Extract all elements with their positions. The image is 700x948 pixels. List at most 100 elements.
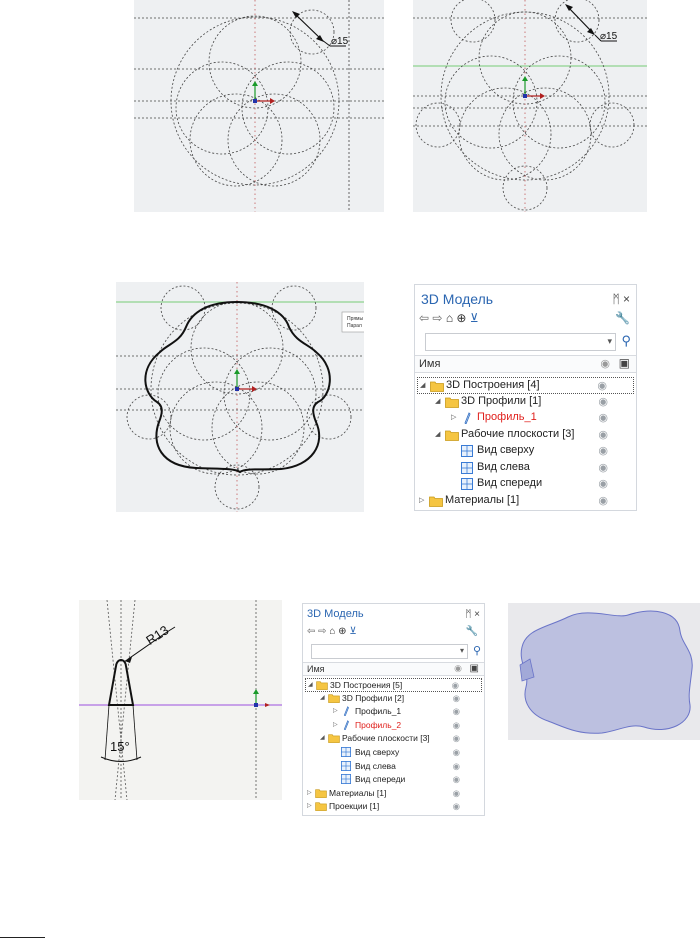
folder-icon — [328, 693, 340, 705]
expanded-arrow-icon[interactable]: ◢ — [420, 381, 425, 389]
tree-row[interactable]: ◢ 3D Профили [2] ◉ — [305, 692, 482, 706]
settings-wrench-icon[interactable]: 🔧 — [466, 626, 478, 637]
visibility-column-icon[interactable]: ◉ — [454, 663, 462, 674]
visibility-eye-icon[interactable]: ◉ — [453, 801, 460, 812]
sketch-canvas-a: ⌀15 — [134, 0, 384, 212]
visibility-eye-icon[interactable]: ◉ — [598, 444, 608, 457]
sketch-canvas-b: ⌀15 — [413, 0, 647, 212]
tree-row-label: Проекции [1] — [329, 801, 380, 812]
collapsed-arrow-icon[interactable]: ▷ — [307, 789, 312, 796]
model-tree-panel-2: 3D Модель ᛗ × ⇦ ⇨ ⌂ ⊕ ⊻ 🔧 ▾ ⚲ Имя ◉ ▣ ◢ 3… — [302, 603, 485, 816]
tree-row-label: Вид слева — [477, 460, 530, 473]
expanded-arrow-icon[interactable]: ◢ — [320, 734, 325, 741]
back-icon[interactable]: ⇦ — [307, 626, 315, 637]
dropdown-arrow-icon[interactable]: ▾ — [460, 646, 464, 655]
collapse-icon[interactable]: ⊻ — [349, 626, 356, 637]
tree-row[interactable]: Вид сверху ◉ — [305, 746, 482, 760]
cube-column-icon[interactable]: ▣ — [470, 663, 479, 674]
sketch-canvas-contour: Прямы Парал — [116, 282, 364, 512]
home-icon[interactable]: ⌂ — [446, 311, 453, 325]
dropdown-arrow-icon[interactable]: ▾ — [607, 336, 612, 347]
column-name: Имя — [419, 358, 441, 370]
tree-row[interactable]: Вид спереди ◉ — [305, 773, 482, 787]
visibility-eye-icon[interactable]: ◉ — [453, 720, 460, 731]
collapsed-arrow-icon[interactable]: ▷ — [333, 707, 338, 714]
tree-row[interactable]: ◢ Рабочие плоскости [3] ◉ — [305, 732, 482, 746]
target-icon[interactable]: ⊕ — [456, 311, 466, 325]
forward-icon[interactable]: ⇨ — [432, 311, 442, 325]
visibility-eye-icon[interactable]: ◉ — [598, 494, 608, 507]
expanded-arrow-icon[interactable]: ◢ — [320, 694, 325, 701]
forward-icon[interactable]: ⇨ — [318, 626, 326, 637]
search-icon[interactable]: ⚲ — [621, 333, 631, 349]
visibility-eye-icon[interactable]: ◉ — [453, 761, 460, 772]
visibility-eye-icon[interactable]: ◉ — [598, 428, 608, 441]
tree-row[interactable]: Вид сверху ◉ — [417, 443, 634, 460]
tree-row-label: 3D Построения [5] — [330, 680, 403, 690]
angle-label: 15° — [110, 739, 130, 754]
tree-row-label: Рабочие плоскости [3] — [461, 427, 575, 440]
pin-close-icons[interactable]: ᛗ × — [612, 292, 630, 306]
tree-row[interactable]: Вид слева ◉ — [417, 460, 634, 477]
tree-row[interactable]: Вид спереди ◉ — [417, 476, 634, 493]
search-icon[interactable]: ⚲ — [473, 644, 481, 657]
search-input[interactable]: ▾ — [425, 333, 616, 351]
collapsed-arrow-icon[interactable]: ▷ — [307, 802, 312, 809]
tree-row-label: Вид спереди — [355, 774, 406, 785]
collapse-icon[interactable]: ⊻ — [470, 311, 479, 325]
tree-row[interactable]: ▷ Материалы [1] ◉ — [305, 787, 482, 801]
target-icon[interactable]: ⊕ — [338, 626, 346, 637]
tooltip-line-1: Прямы — [347, 316, 363, 322]
visibility-eye-icon[interactable]: ◉ — [453, 747, 460, 758]
tree-row-label: Рабочие плоскости [3] — [342, 733, 430, 744]
visibility-eye-icon[interactable]: ◉ — [453, 693, 460, 704]
tree-row[interactable]: ▷ Профиль_2 ◉ — [305, 719, 482, 733]
visibility-eye-icon[interactable]: ◉ — [598, 477, 608, 490]
pin-close-icons[interactable]: ᛗ × — [465, 609, 480, 620]
visibility-eye-icon[interactable]: ◉ — [453, 706, 460, 717]
plane-icon — [341, 747, 351, 759]
tree-row[interactable]: ▷ Проекции [1] ◉ — [305, 800, 482, 814]
folder-icon — [429, 495, 443, 510]
visibility-eye-icon[interactable]: ◉ — [598, 461, 608, 474]
expanded-arrow-icon[interactable]: ◢ — [435, 397, 440, 405]
tree-row[interactable]: ▷ Профиль_1 ◉ — [305, 705, 482, 719]
tree-row[interactable]: ◢ Рабочие плоскости [3] ◉ — [417, 427, 634, 444]
back-icon[interactable]: ⇦ — [419, 311, 429, 325]
tree-row[interactable]: ◢ 3D Построения [4] ◉ — [417, 377, 634, 394]
tree-row-label: 3D Построения [4] — [446, 379, 540, 391]
visibility-eye-icon[interactable]: ◉ — [453, 733, 460, 744]
visibility-column-icon[interactable]: ◉ — [600, 357, 610, 370]
settings-wrench-icon[interactable]: 🔧 — [615, 311, 630, 325]
collapsed-arrow-icon[interactable]: ▷ — [451, 413, 456, 421]
expanded-arrow-icon[interactable]: ◢ — [308, 681, 313, 688]
plane-icon — [461, 445, 473, 460]
footnote-rule — [0, 937, 45, 938]
visibility-eye-icon[interactable]: ◉ — [598, 395, 608, 408]
tree-row[interactable]: ◢ 3D Профили [1] ◉ — [417, 394, 634, 411]
visibility-eye-icon[interactable]: ◉ — [453, 774, 460, 785]
tree-row-label: 3D Профили [1] — [461, 394, 542, 407]
tooltip-line-2: Парал — [347, 323, 362, 329]
tree-row[interactable]: ▷ Материалы [1] ◉ — [417, 493, 634, 510]
profile-icon — [461, 412, 473, 427]
visibility-eye-icon[interactable]: ◉ — [597, 379, 607, 392]
collapsed-arrow-icon[interactable]: ▷ — [333, 721, 338, 728]
tree-row-label: Профиль_1 — [477, 411, 537, 423]
tree-row[interactable]: ▷ Профиль_1 ◉ — [417, 410, 634, 427]
cube-column-icon[interactable]: ▣ — [619, 356, 630, 370]
visibility-eye-icon[interactable]: ◉ — [453, 788, 460, 799]
home-icon[interactable]: ⌂ — [329, 626, 335, 637]
visibility-eye-icon[interactable]: ◉ — [598, 411, 608, 424]
tree-row-label: Вид сверху — [355, 747, 400, 757]
panel-title: 3D Модель — [307, 608, 364, 620]
collapsed-arrow-icon[interactable]: ▷ — [419, 496, 424, 504]
search-input[interactable]: ▾ — [311, 644, 468, 659]
model-3d-canvas — [519, 610, 693, 734]
visibility-eye-icon[interactable]: ◉ — [452, 680, 459, 691]
model-3d-view — [508, 603, 700, 740]
expanded-arrow-icon[interactable]: ◢ — [435, 430, 440, 438]
tree-row[interactable]: Вид слева ◉ — [305, 760, 482, 774]
tree-row[interactable]: ◢ 3D Построения [5] ◉ — [305, 678, 482, 692]
folder-icon — [328, 733, 340, 745]
